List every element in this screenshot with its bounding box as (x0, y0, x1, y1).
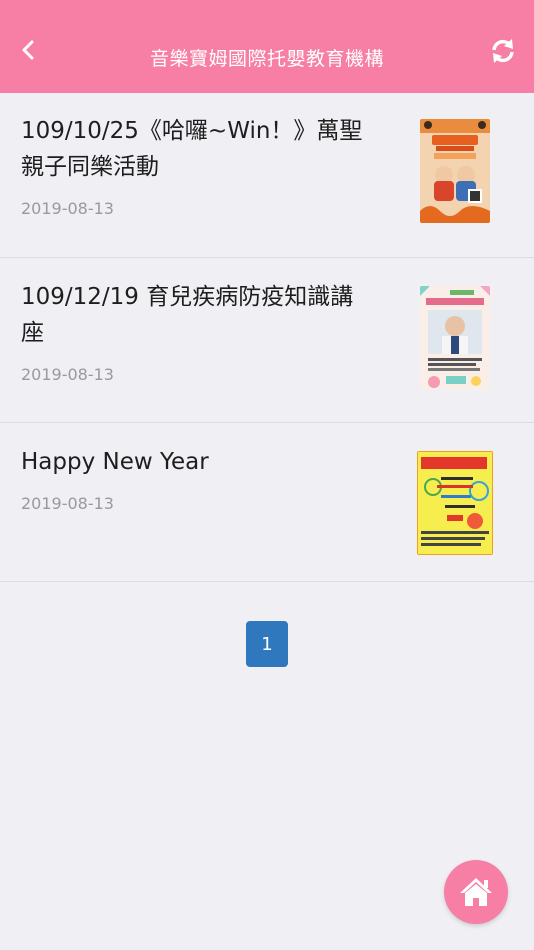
list-item-text: Happy New Year 2019-08-13 (21, 444, 371, 513)
thumbnail-image (417, 451, 493, 555)
list-item-text: 109/12/19 育兒疾病防疫知識講座 2019-08-13 (21, 279, 371, 384)
thumbnail-image (420, 286, 490, 390)
refresh-icon[interactable] (490, 38, 516, 64)
article-list: 109/10/25《哈囉~Win！》萬聖親子同樂活動 2019-08-13 10… (0, 93, 534, 582)
thumbnail-image (420, 119, 490, 223)
list-item-text: 109/10/25《哈囉~Win！》萬聖親子同樂活動 2019-08-13 (21, 113, 371, 218)
pagination-page-button[interactable]: 1 (246, 621, 288, 667)
home-button[interactable] (444, 860, 508, 924)
article-title: 109/10/25《哈囉~Win！》萬聖親子同樂活動 (21, 118, 363, 180)
list-item[interactable]: Happy New Year 2019-08-13 (0, 423, 534, 582)
article-title: Happy New Year (21, 449, 209, 475)
article-title: 109/12/19 育兒疾病防疫知識講座 (21, 284, 354, 346)
list-item[interactable]: 109/10/25《哈囉~Win！》萬聖親子同樂活動 2019-08-13 (0, 93, 534, 258)
page-title: 音樂寶姆國際托嬰教育機構 (149, 48, 384, 70)
article-date: 2019-08-13 (21, 365, 114, 384)
list-item[interactable]: 109/12/19 育兒疾病防疫知識講座 2019-08-13 (0, 258, 534, 423)
home-icon (460, 878, 492, 906)
article-date: 2019-08-13 (21, 494, 114, 513)
article-date: 2019-08-13 (21, 199, 114, 218)
app-header: 音樂寶姆國際托嬰教育機構 (0, 0, 534, 93)
